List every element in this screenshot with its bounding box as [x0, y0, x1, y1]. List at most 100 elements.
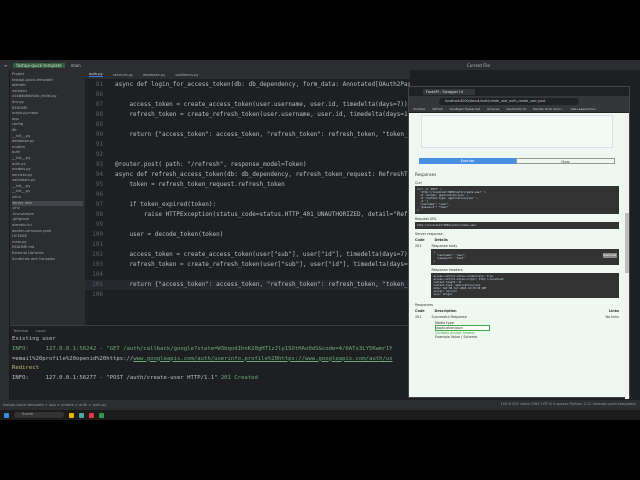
code-text: user = decode_token(token)	[115, 231, 224, 238]
terminal-line: Existing user	[12, 336, 56, 342]
response-headers-label: Response headers	[431, 268, 463, 272]
browser-window: FastAPI - Swagger UI localhost:8000/docs…	[408, 86, 630, 399]
line-number: 94	[95, 171, 103, 178]
description-header: Description	[434, 309, 457, 313]
links-header: Links	[608, 309, 619, 313]
tab-auth[interactable]: auth.py	[89, 72, 103, 77]
code-line: 104	[85, 270, 410, 280]
windows-start-icon[interactable]	[4, 412, 9, 418]
scrollbar[interactable]	[625, 113, 629, 399]
line-number: 89	[95, 121, 103, 128]
bookmark[interactable]: Pandas Dock Anim...	[533, 107, 564, 111]
terminal-line: INFO: 127.0.0.1:56242 - "GET /auth/callb…	[12, 345, 393, 352]
responses-heading: Responses	[415, 172, 437, 177]
code-line: 89	[85, 120, 410, 130]
swagger-page: Execute Clear Responses Curl curl -X 'POS…	[409, 113, 625, 397]
tab-local[interactable]: Local	[36, 329, 45, 333]
bookmark[interactable]: GitHub	[432, 107, 442, 111]
code-text: access_token = create_access_token(user[…	[115, 251, 410, 258]
code-text: if token_expired(token):	[115, 201, 217, 208]
pycharm-icon[interactable]	[99, 412, 104, 418]
request-body-textarea[interactable]	[421, 115, 613, 148]
line-number: 99	[95, 221, 103, 228]
line-number: 95	[95, 181, 103, 188]
terminal-line: INFO: 127.0.0.1:56277 - "POST /auth/crea…	[12, 375, 258, 382]
code-header: Code	[415, 238, 425, 242]
code-text: async def refresh_access_token(db: db_de…	[115, 171, 410, 178]
line-number: 96	[95, 191, 103, 198]
line-number: 86	[95, 91, 103, 98]
request-url-label: Request URL	[415, 217, 437, 221]
response-body: { "username": "user", "password": "test"…	[431, 249, 619, 265]
tab-validators[interactable]: validators.py	[175, 73, 198, 77]
line-number: 92	[95, 151, 103, 158]
code-line: 91	[85, 140, 410, 150]
download-button[interactable]: Download	[602, 253, 617, 258]
no-links: No links	[605, 315, 619, 319]
browser-tab[interactable]: FastAPI - Swagger UI	[423, 88, 475, 95]
line-number: 102	[92, 251, 103, 258]
tab-database[interactable]: database.py	[143, 73, 165, 77]
responses-label: Responses	[415, 303, 434, 307]
code-line: 103 refresh_token = create_refresh_token…	[85, 260, 410, 270]
code-text: refresh_token = create_refresh_token(use…	[115, 111, 410, 118]
line-number: 104	[92, 271, 103, 278]
code-text: access_token = create_access_token(user.…	[115, 101, 408, 108]
line-number: 100	[92, 231, 103, 238]
bookmark[interactable]: YouTube	[413, 107, 425, 111]
bookmark[interactable]: Quelligen Typescript	[450, 107, 480, 111]
code-line: 93 @router.post( path: "/refresh", respon…	[85, 160, 410, 170]
code-text: raise HTTPException(status_code=status.H…	[143, 211, 410, 218]
code-header: Code	[415, 309, 425, 313]
status-code: 201	[415, 315, 422, 319]
status-code: 201	[415, 244, 422, 248]
editor-tabs: auth.py services.py database.py validato…	[85, 70, 410, 79]
line-number: 88	[95, 111, 103, 118]
code-line: 94 async def refresh_access_token(db: db_…	[85, 170, 410, 180]
run-config[interactable]: Current File	[467, 63, 490, 68]
code-line: 87 access_token = create_access_token(us…	[85, 100, 410, 110]
bookmarks-bar: YouTube GitHub Quelligen Typescript Grooves…	[409, 106, 629, 113]
code-editor[interactable]: 81 async def login_for_access_token(db: d…	[85, 80, 410, 305]
code-line: 105 return {"access_token": access_token…	[85, 280, 410, 290]
bookmark[interactable]: deutschify UI	[506, 107, 526, 111]
code-text: return {"access_token": access_token, "r…	[129, 281, 410, 288]
project-selector[interactable]: fastapi-quick-template	[13, 62, 65, 68]
terminal[interactable]: Terminal Local Existing user INFO: 127.0.…	[10, 325, 410, 400]
menu-icon[interactable]: ≡	[4, 63, 7, 68]
code-line: 100 user = decode_token(token)	[85, 230, 410, 240]
code-text: token = refresh_token_request.refresh_to…	[115, 181, 285, 188]
taskbar-search[interactable]: Suche	[14, 412, 64, 418]
line-number: 97	[95, 201, 103, 208]
chrome-icon[interactable]	[89, 412, 94, 418]
code-line: 106	[85, 290, 410, 300]
line-number: 90	[95, 131, 103, 138]
example-tabs[interactable]: Example Value | Schema	[435, 335, 619, 339]
bookmark[interactable]: Alle Lesezeichen	[571, 107, 596, 111]
bookmark[interactable]: Grooves	[487, 107, 499, 111]
tab-terminal[interactable]: Terminal	[13, 329, 28, 333]
response-headers: access-control-allow-credentials: true a…	[431, 273, 619, 298]
folder-icon[interactable]	[69, 412, 74, 418]
tool-strip[interactable]	[0, 70, 10, 400]
store-icon[interactable]	[79, 412, 84, 418]
tree-item[interactable]: Scratches and Consoles	[12, 257, 83, 263]
address-bar[interactable]: localhost:8000/docs#/auth/create_user_au…	[439, 97, 579, 105]
terminal-link[interactable]: www.googleapis.com/auth/userinfo.profile…	[133, 356, 392, 362]
project-tree[interactable]: Project fastapi-quick-template alembic vers…	[10, 70, 85, 328]
tab-services[interactable]: services.py	[113, 73, 133, 77]
line-number: 101	[92, 241, 103, 248]
line-number: 87	[95, 101, 103, 108]
response-description: Successful Response	[431, 315, 467, 319]
clear-button[interactable]: Clear	[516, 158, 615, 164]
branch-selector[interactable]: main	[71, 63, 81, 68]
title-bar: ≡ fastapi-quick-template main Current Fi…	[0, 60, 640, 70]
code-line: 99	[85, 220, 410, 230]
curl-label: Curl	[415, 181, 422, 185]
line-number: 98	[95, 211, 103, 218]
execute-button[interactable]: Execute	[419, 158, 516, 164]
status-bar: 105:8 292 chars CRLF UTF-8 4 spaces Pyth…	[500, 402, 636, 406]
code-text: return {"access_token": access_token, "r…	[129, 131, 410, 138]
response-body-label: Response body	[431, 244, 458, 248]
line-number: 106	[92, 291, 103, 298]
